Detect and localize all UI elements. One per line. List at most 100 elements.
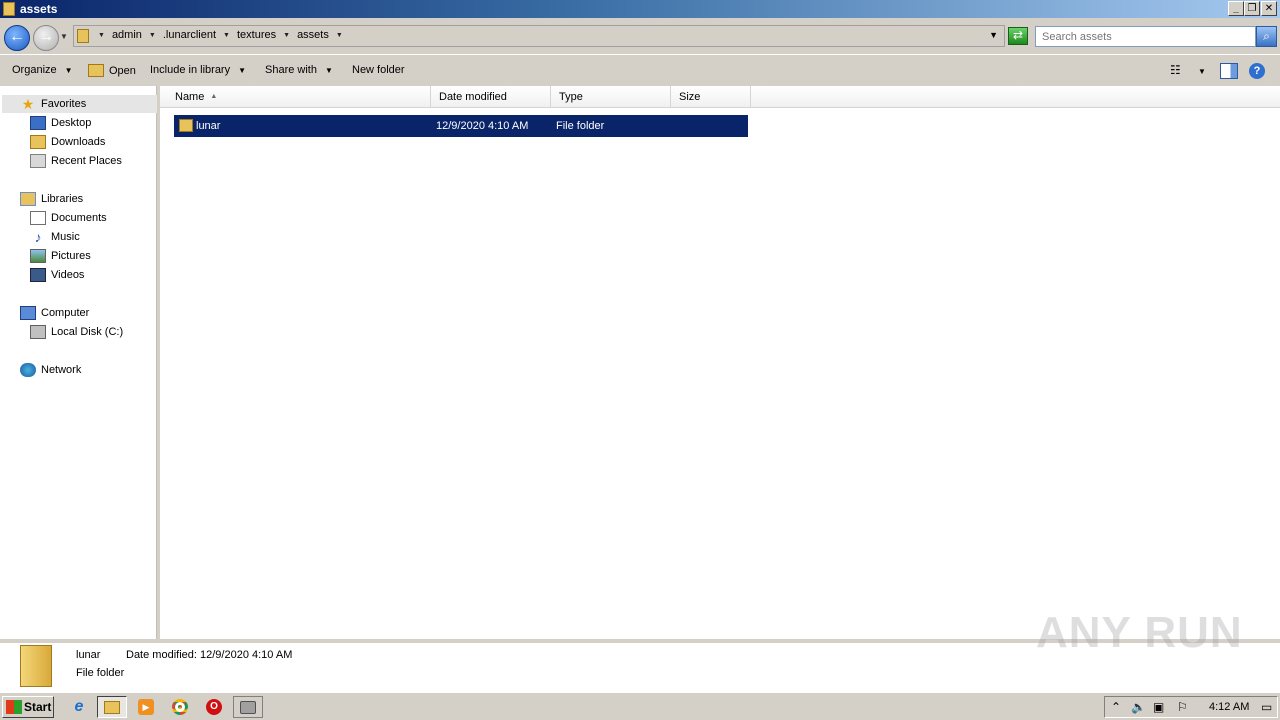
include-in-library-button[interactable]: Include in library ▼	[150, 64, 246, 76]
nav-documents[interactable]: Documents	[30, 209, 107, 227]
nav-pictures[interactable]: Pictures	[30, 247, 91, 265]
chevron-down-icon: ▼	[324, 65, 333, 75]
column-type-label: Type	[559, 91, 583, 103]
organize-button[interactable]: Organize ▼	[12, 64, 73, 76]
refresh-button[interactable]: ⇄	[1008, 27, 1028, 45]
help-icon[interactable]: ?	[1249, 63, 1265, 79]
column-date-modified[interactable]: Date modified	[431, 86, 551, 108]
share-with-label: Share with	[265, 64, 317, 76]
start-button[interactable]: Start	[2, 696, 54, 718]
breadcrumb-assets[interactable]: assets	[297, 29, 329, 41]
recent-pages-dropdown[interactable]: ▼	[60, 32, 68, 41]
close-button[interactable]: ✕	[1261, 1, 1277, 16]
nav-favorites-label: Favorites	[41, 98, 87, 110]
nav-local-disk[interactable]: Local Disk (C:)	[30, 323, 123, 341]
back-button[interactable]: ←	[4, 25, 30, 51]
details-name: lunar	[76, 649, 101, 661]
navigation-pane: ★ Favorites Desktop Downloads Recent Plac…	[0, 86, 157, 639]
explorer-taskbar-button[interactable]	[97, 696, 127, 718]
computer-icon	[20, 306, 36, 320]
anyrun-watermark: ANY RUN	[1036, 608, 1243, 657]
search-input[interactable]	[1036, 27, 1255, 46]
organize-label: Organize	[12, 64, 57, 76]
nav-desktop-label: Desktop	[51, 117, 92, 129]
nav-local-disk-label: Local Disk (C:)	[51, 326, 124, 338]
address-row: ← → ▼ ▼ admin ▼ .lunarclient ▼ textures …	[0, 18, 1280, 54]
open-folder-icon	[88, 64, 104, 77]
app-taskbar-button[interactable]	[233, 696, 263, 718]
folder-icon	[104, 700, 120, 714]
file-type: File folder	[556, 120, 605, 132]
nav-computer[interactable]: Computer	[20, 304, 89, 322]
chevron-down-icon: ▼	[238, 65, 247, 75]
change-view-icon[interactable]: ☷	[1170, 63, 1186, 79]
breadcrumb: ▼ admin ▼ .lunarclient ▼ textures ▼ asse…	[98, 29, 350, 41]
new-folder-button[interactable]: New folder	[352, 64, 405, 76]
videos-icon	[30, 268, 46, 282]
chevron-right-icon[interactable]: ▼	[336, 32, 343, 39]
open-button[interactable]: Open	[88, 64, 136, 77]
nav-computer-label: Computer	[41, 307, 90, 319]
internet-explorer-icon: e	[74, 698, 84, 715]
clock[interactable]: 4:12 AM	[1209, 701, 1249, 713]
breadcrumb-textures[interactable]: textures	[237, 29, 276, 41]
forward-button[interactable]: →	[33, 25, 59, 51]
minimize-button[interactable]: _	[1228, 1, 1244, 16]
sort-ascending-icon: ▲	[210, 93, 218, 100]
search-box[interactable]	[1035, 26, 1256, 47]
title-bar: assets _ ❐ ✕	[0, 0, 1280, 18]
address-dropdown-icon[interactable]: ▼	[989, 30, 998, 40]
volume-icon[interactable]: 🔈	[1131, 700, 1146, 714]
show-hidden-icons-icon[interactable]: ⌃	[1111, 700, 1121, 714]
view-options-dropdown[interactable]: ▼	[1198, 67, 1206, 83]
share-with-button[interactable]: Share with ▼	[265, 64, 333, 76]
show-desktop-icon[interactable]: ▭	[1261, 700, 1272, 714]
network-tray-icon[interactable]: ▣	[1153, 700, 1164, 714]
column-size[interactable]: Size	[671, 86, 751, 108]
chevron-right-icon[interactable]: ▼	[149, 32, 156, 39]
nav-pictures-label: Pictures	[51, 250, 91, 262]
windows-logo-icon	[6, 700, 22, 714]
media-player-taskbar-button[interactable]: ▶	[131, 696, 161, 718]
disk-drive-icon	[30, 325, 46, 339]
nav-recent-places-label: Recent Places	[51, 155, 122, 167]
nav-videos[interactable]: Videos	[30, 266, 84, 284]
column-date-label: Date modified	[439, 91, 507, 103]
nav-desktop[interactable]: Desktop	[30, 114, 91, 132]
opera-taskbar-button[interactable]: O	[199, 696, 229, 718]
chevron-right-icon[interactable]: ▼	[223, 32, 230, 39]
chevron-right-icon[interactable]: ▼	[98, 32, 105, 39]
preview-pane-icon[interactable]	[1220, 63, 1238, 79]
chevron-down-icon: ▼	[64, 65, 73, 75]
file-list[interactable]: Name ▲ Date modified Type Size lunar 12/9…	[160, 86, 1280, 639]
details-type: File folder	[76, 667, 125, 679]
breadcrumb-admin[interactable]: admin	[112, 29, 142, 41]
column-type[interactable]: Type	[551, 86, 671, 108]
internet-explorer-taskbar-button[interactable]: e	[64, 696, 94, 718]
nav-favorites[interactable]: ★ Favorites	[2, 95, 157, 113]
search-icon[interactable]: ⌕	[1256, 26, 1277, 47]
nav-downloads[interactable]: Downloads	[30, 133, 105, 151]
nav-music-label: Music	[51, 231, 80, 243]
address-bar[interactable]: ▼ admin ▼ .lunarclient ▼ textures ▼ asse…	[73, 25, 1005, 47]
restore-button[interactable]: ❐	[1244, 1, 1260, 16]
start-label: Start	[24, 700, 52, 714]
nav-music[interactable]: ♪ Music	[30, 228, 80, 246]
nav-network-label: Network	[41, 364, 82, 376]
column-name[interactable]: Name ▲	[167, 86, 431, 108]
nav-network[interactable]: Network	[20, 361, 81, 379]
chrome-icon	[172, 699, 188, 715]
action-center-flag-icon[interactable]: ⚐	[1177, 700, 1188, 714]
table-row[interactable]: lunar 12/9/2020 4:10 AM File folder	[174, 115, 748, 137]
pictures-icon	[30, 249, 46, 263]
system-tray: ⌃ 🔈 ▣ ⚐ 4:12 AM ▭	[1104, 696, 1278, 718]
nav-recent-places[interactable]: Recent Places	[30, 152, 122, 170]
chevron-right-icon[interactable]: ▼	[283, 32, 290, 39]
nav-libraries[interactable]: Libraries	[20, 190, 83, 208]
new-folder-label: New folder	[352, 64, 405, 76]
folder-icon	[3, 2, 15, 16]
breadcrumb-lunarclient[interactable]: .lunarclient	[163, 29, 216, 41]
taskbar: Start e ▶ O ⌃ 🔈 ▣ ⚐ 4:12 AM ▭	[0, 692, 1280, 720]
chrome-taskbar-button[interactable]	[165, 696, 195, 718]
details-date-value: 12/9/2020 4:10 AM	[200, 649, 293, 661]
